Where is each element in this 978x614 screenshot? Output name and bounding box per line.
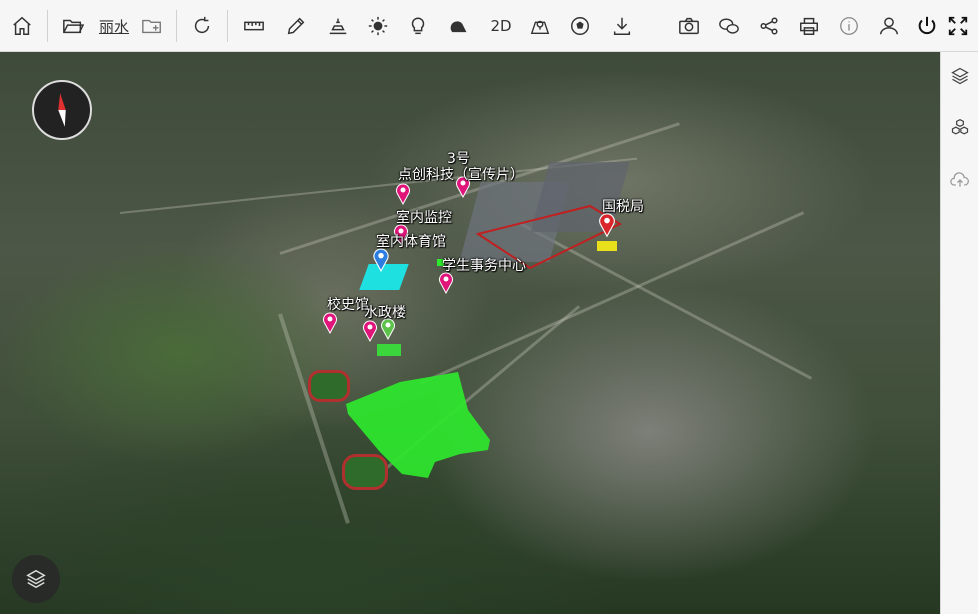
map-location-icon[interactable] — [524, 10, 556, 42]
poi-label-xueshengshiwu[interactable]: 学生事务中心 — [442, 255, 526, 275]
compass-needle-icon — [58, 93, 66, 127]
toolbar-divider — [47, 10, 48, 42]
yellow-marker-base — [597, 241, 617, 251]
region-selector[interactable]: 丽水 — [97, 10, 131, 42]
soccer-ball-icon[interactable] — [564, 10, 596, 42]
download-icon[interactable] — [606, 10, 638, 42]
sports-track — [342, 454, 388, 490]
new-folder-icon[interactable] — [136, 10, 168, 42]
toolbar-divider — [176, 10, 177, 42]
top-toolbar: 丽水 2D — [0, 0, 978, 52]
draw-pen-icon[interactable] — [280, 10, 312, 42]
info-icon[interactable] — [833, 10, 865, 42]
toolbar-divider — [227, 10, 228, 42]
terrain-analysis-icon[interactable] — [322, 10, 354, 42]
mode-2d-button[interactable]: 2D — [484, 10, 518, 42]
pink-location-pin[interactable] — [438, 272, 454, 294]
poi-label-dianchuang[interactable]: 点创科技（宣传片） — [398, 164, 524, 184]
wechat-icon[interactable] — [713, 10, 745, 42]
fullscreen-icon[interactable] — [942, 10, 974, 42]
poi-label-guoshuiju[interactable]: 国税局 — [602, 196, 644, 216]
open-folder-icon[interactable] — [57, 10, 89, 42]
cloud-upload-icon[interactable] — [948, 168, 972, 192]
pink-location-pin[interactable] — [322, 312, 338, 334]
poi-label-shineijiankong[interactable]: 室内监控 — [396, 207, 452, 227]
home-icon[interactable] — [6, 10, 38, 42]
pink-location-pin[interactable] — [362, 320, 378, 342]
layers-icon — [26, 569, 46, 589]
print-icon[interactable] — [793, 10, 825, 42]
poi-label-xiaoshiguan[interactable]: 校史馆 — [327, 294, 369, 314]
mode-2d-label: 2D — [490, 17, 512, 35]
refresh-icon[interactable] — [186, 10, 218, 42]
poi-label-shuizhenglou[interactable]: 水政楼 — [364, 302, 406, 322]
3d-models-icon[interactable] — [948, 116, 972, 140]
poi-label-shineitiyuguan[interactable]: 室内体育馆 — [376, 231, 446, 251]
region-label: 丽水 — [98, 17, 129, 36]
right-sidebar — [940, 52, 978, 614]
lightbulb-icon[interactable] — [402, 10, 434, 42]
layers-icon[interactable] — [948, 64, 972, 88]
pink-location-pin[interactable] — [395, 183, 411, 205]
3d-map-viewport[interactable]: 国税局 3号 点创科技（宣传片） 室内监控 室内体育馆 学生事务中心 校史馆 水… — [0, 52, 940, 614]
camera-icon[interactable] — [673, 10, 705, 42]
power-icon[interactable] — [911, 10, 943, 42]
layer-toggle-button[interactable] — [12, 555, 60, 603]
share-icon[interactable] — [753, 10, 785, 42]
green-marker-base — [377, 344, 401, 356]
sun-light-icon[interactable] — [362, 10, 394, 42]
measure-ruler-icon[interactable] — [238, 10, 270, 42]
sports-track — [308, 370, 350, 402]
blue-location-pin[interactable] — [372, 248, 390, 272]
compass-widget[interactable] — [32, 80, 92, 140]
user-icon[interactable] — [873, 10, 905, 42]
weather-icon[interactable] — [443, 10, 475, 42]
